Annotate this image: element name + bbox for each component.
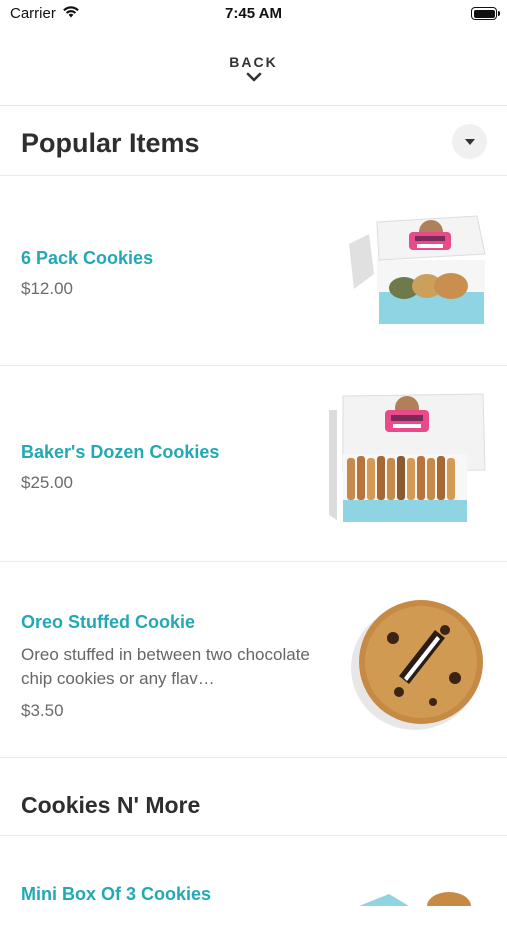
item-name: Oreo Stuffed Cookie xyxy=(21,612,196,632)
menu-item-6-pack[interactable]: 6 Pack Cookies $12.00 xyxy=(0,176,507,366)
cookie-image xyxy=(351,600,483,730)
back-button[interactable]: BACK xyxy=(0,30,507,106)
cookie-box-image xyxy=(359,892,471,906)
menu-item-bakers-dozen[interactable]: Baker's Dozen Cookies $25.00 xyxy=(0,366,507,562)
chevron-down-icon xyxy=(246,72,261,82)
item-name: Mini Box Of 3 Cookies xyxy=(21,884,212,904)
cookie-box-image xyxy=(329,393,486,522)
item-price: $12.00 xyxy=(21,279,73,298)
section-header-popular: Popular Items xyxy=(0,106,507,176)
item-description: Oreo stuffed in between two chocolate ch… xyxy=(21,645,310,688)
section-title: Popular Items xyxy=(21,128,200,158)
category-dropdown-button[interactable] xyxy=(452,124,487,159)
item-price: $25.00 xyxy=(21,473,73,492)
back-label: BACK xyxy=(229,54,278,70)
item-name: 6 Pack Cookies xyxy=(21,248,154,268)
clock: 7:45 AM xyxy=(225,5,282,22)
item-price: $3.50 xyxy=(21,701,64,720)
status-bar: Carrier 7:45 AM xyxy=(0,0,507,30)
menu-item-oreo-stuffed[interactable]: Oreo Stuffed Cookie Oreo stuffed in betw… xyxy=(0,562,507,758)
menu-item-mini-box[interactable]: Mini Box Of 3 Cookies xyxy=(0,836,507,936)
item-name: Baker's Dozen Cookies xyxy=(21,442,220,462)
section-title: Cookies N' More xyxy=(21,792,201,818)
cookie-box-image xyxy=(349,215,486,324)
battery-icon xyxy=(471,7,500,20)
section-header-cookies-n-more: Cookies N' More xyxy=(0,758,507,836)
